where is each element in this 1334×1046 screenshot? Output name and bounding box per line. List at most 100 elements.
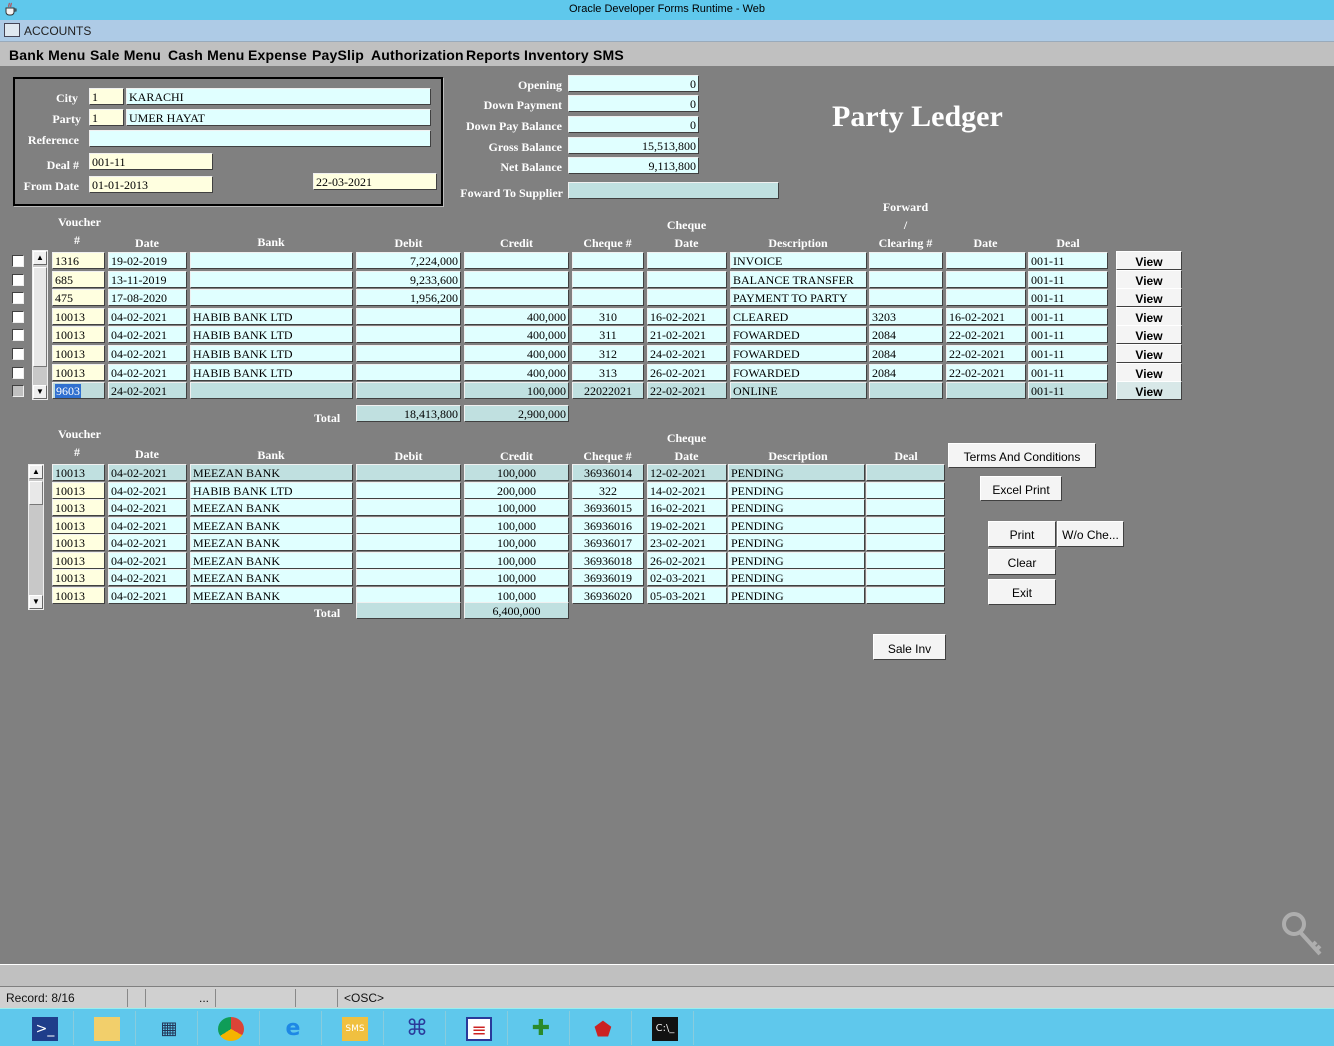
pending-credit-cell[interactable]: 100,000 — [464, 534, 569, 551]
ledger-credit-cell[interactable] — [464, 289, 569, 306]
ledger-date-cell[interactable]: 04-02-2021 — [108, 364, 187, 381]
pending-cheque-cell[interactable]: 322 — [572, 482, 644, 499]
print-button[interactable]: Print — [988, 521, 1056, 547]
ledger-debit-cell[interactable]: 1,956,200 — [356, 289, 461, 306]
menu-sms[interactable]: SMS — [593, 47, 624, 63]
terms-button[interactable]: Terms And Conditions — [948, 443, 1096, 468]
ledger-date-cell[interactable]: 04-02-2021 — [108, 326, 187, 343]
ledger-clearing-cell[interactable]: 3203 — [869, 308, 943, 325]
pending-description-cell[interactable]: PENDING — [728, 517, 865, 534]
ledger-description-cell[interactable]: ONLINE — [730, 382, 867, 399]
row-checkbox[interactable] — [12, 311, 24, 323]
view-button[interactable]: View — [1116, 325, 1182, 344]
network-icon[interactable]: ▦ — [140, 1011, 198, 1045]
powershell-icon[interactable]: >_ — [16, 1011, 74, 1045]
ledger-cheque-cell[interactable] — [572, 289, 644, 306]
ledger-bank-cell[interactable]: HABIB BANK LTD — [190, 308, 353, 325]
ledger-description-cell[interactable]: INVOICE — [730, 252, 867, 269]
ledger-deal-cell[interactable]: 001-11 — [1028, 364, 1108, 381]
pending-description-cell[interactable]: PENDING — [728, 587, 865, 604]
pending-scrollbar[interactable]: ▲ ▼ — [28, 464, 44, 610]
ledger-clearing-cell[interactable]: 2084 — [869, 364, 943, 381]
menu-sale[interactable]: Sale Menu — [90, 47, 161, 63]
ledger-debit-cell[interactable] — [356, 308, 461, 325]
pending-deal-cell[interactable] — [866, 552, 945, 569]
ledger-cheque-date-cell[interactable]: 16-02-2021 — [647, 308, 727, 325]
menu-cash[interactable]: Cash Menu — [168, 47, 244, 63]
pending-date-cell[interactable]: 04-02-2021 — [108, 517, 187, 534]
pending-bank-cell[interactable]: MEEZAN BANK — [190, 552, 353, 569]
menu-reports[interactable]: Reports — [466, 47, 520, 63]
pending-deal-cell[interactable] — [866, 464, 945, 481]
pending-voucher-cell[interactable]: 10013 — [52, 569, 105, 586]
ledger-description-cell[interactable]: BALANCE TRANSFER — [730, 271, 867, 288]
terminal-icon[interactable]: C:\_ — [636, 1011, 694, 1045]
excel-print-button[interactable]: Excel Print — [980, 476, 1062, 501]
ledger-debit-cell[interactable] — [356, 364, 461, 381]
ledger-description-cell[interactable]: PAYMENT TO PARTY — [730, 289, 867, 306]
pending-bank-cell[interactable]: MEEZAN BANK — [190, 534, 353, 551]
ledger-cheque-cell[interactable]: 312 — [572, 345, 644, 362]
from-date-field[interactable]: 01-01-2013 — [89, 176, 213, 193]
ledger-cheque-cell[interactable] — [572, 252, 644, 269]
ledger-deal-cell[interactable]: 001-11 — [1028, 308, 1108, 325]
menu-payslip[interactable]: PaySlip — [312, 47, 364, 63]
ledger-deal-cell[interactable]: 001-11 — [1028, 289, 1108, 306]
ledger-bank-cell[interactable] — [190, 252, 353, 269]
ledger-voucher-cell[interactable]: 10013 — [52, 364, 105, 381]
ledger-deal-cell[interactable]: 001-11 — [1028, 326, 1108, 343]
ledger-credit-cell[interactable]: 400,000 — [464, 364, 569, 381]
database-icon[interactable]: ✚ — [512, 1011, 570, 1045]
scroll-thumb[interactable] — [33, 267, 47, 367]
ledger-debit-cell[interactable] — [356, 326, 461, 343]
pending-date-cell[interactable]: 04-02-2021 — [108, 482, 187, 499]
ledger-debit-cell[interactable]: 7,224,000 — [356, 252, 461, 269]
ledger-cheque-date-cell[interactable]: 26-02-2021 — [647, 364, 727, 381]
scroll-down-icon[interactable]: ▼ — [33, 385, 47, 399]
ledger-voucher-cell[interactable]: 9603 — [52, 382, 105, 399]
pending-debit-cell[interactable] — [356, 534, 461, 551]
pending-debit-cell[interactable] — [356, 499, 461, 516]
view-button[interactable]: View — [1116, 251, 1182, 270]
pending-date-cell[interactable]: 04-02-2021 — [108, 552, 187, 569]
ledger-cheque-cell[interactable]: 310 — [572, 308, 644, 325]
pending-credit-cell[interactable]: 100,000 — [464, 517, 569, 534]
view-button[interactable]: View — [1116, 307, 1182, 326]
ledger-voucher-cell[interactable]: 10013 — [52, 308, 105, 325]
pending-cheque-cell[interactable]: 36936018 — [572, 552, 644, 569]
pending-credit-cell[interactable]: 100,000 — [464, 569, 569, 586]
pending-voucher-cell[interactable]: 10013 — [52, 464, 105, 481]
pending-description-cell[interactable]: PENDING — [728, 464, 865, 481]
ledger-date-cell[interactable]: 04-02-2021 — [108, 345, 187, 362]
pending-deal-cell[interactable] — [866, 482, 945, 499]
ledger-description-cell[interactable]: FOWARDED — [730, 326, 867, 343]
pending-bank-cell[interactable]: MEEZAN BANK — [190, 587, 353, 604]
pending-cheque-date-cell[interactable]: 16-02-2021 — [647, 499, 727, 516]
ledger-date-cell[interactable]: 19-02-2019 — [108, 252, 187, 269]
menu-bank[interactable]: Bank Menu — [9, 47, 85, 63]
pending-voucher-cell[interactable]: 10013 — [52, 552, 105, 569]
pending-cheque-cell[interactable]: 36936019 — [572, 569, 644, 586]
ledger-voucher-cell[interactable]: 10013 — [52, 345, 105, 362]
ledger-deal-cell[interactable]: 001-11 — [1028, 382, 1108, 399]
ledger-clearing-cell[interactable]: 2084 — [869, 326, 943, 343]
party-code-field[interactable]: 1 — [89, 109, 124, 126]
ledger-clearing-cell[interactable] — [869, 271, 943, 288]
pending-cheque-date-cell[interactable]: 02-03-2021 — [647, 569, 727, 586]
ledger-voucher-cell[interactable]: 10013 — [52, 326, 105, 343]
pending-description-cell[interactable]: PENDING — [728, 569, 865, 586]
pending-bank-cell[interactable]: HABIB BANK LTD — [190, 482, 353, 499]
view-button[interactable]: View — [1116, 344, 1182, 363]
pending-debit-cell[interactable] — [356, 552, 461, 569]
ledger-voucher-cell[interactable]: 1316 — [52, 252, 105, 269]
pending-debit-cell[interactable] — [356, 464, 461, 481]
ledger-voucher-cell[interactable]: 475 — [52, 289, 105, 306]
pdf-icon[interactable]: ⬟ — [574, 1011, 632, 1045]
ledger-clear-date-cell[interactable] — [946, 289, 1026, 306]
ledger-credit-cell[interactable]: 400,000 — [464, 308, 569, 325]
ledger-bank-cell[interactable]: HABIB BANK LTD — [190, 345, 353, 362]
pending-description-cell[interactable]: PENDING — [728, 499, 865, 516]
ledger-clear-date-cell[interactable] — [946, 382, 1026, 399]
pending-debit-cell[interactable] — [356, 569, 461, 586]
ledger-scrollbar[interactable]: ▲ ▼ — [32, 250, 48, 400]
